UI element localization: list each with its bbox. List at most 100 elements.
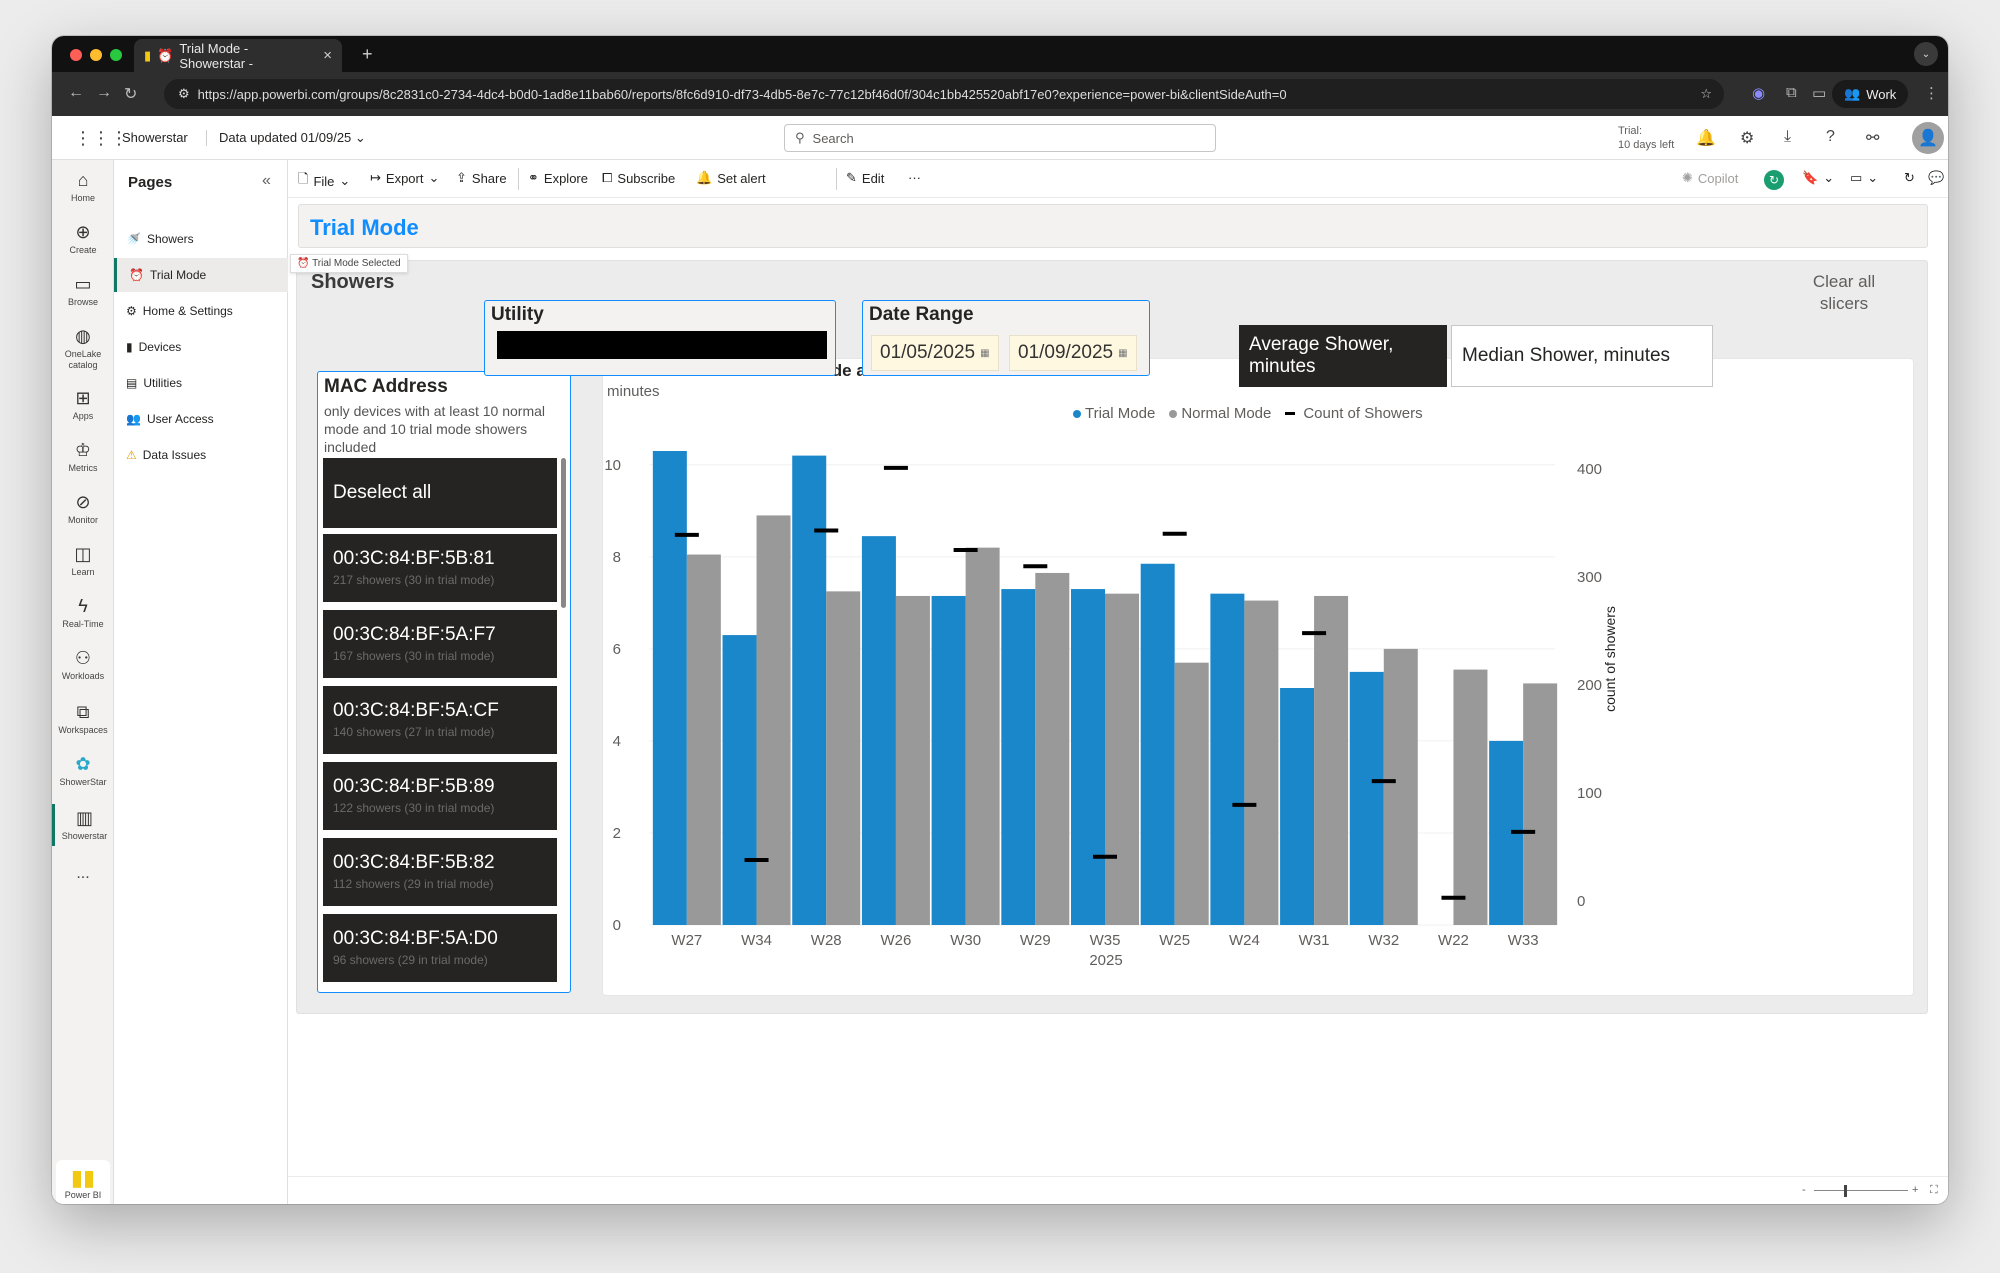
rail-onelake[interactable]: ◍ OneLake catalog: [52, 326, 114, 371]
rail-showerstar-report[interactable]: ▥ Showerstar: [52, 804, 114, 846]
zoom-window-button[interactable]: [110, 49, 122, 61]
page-item-user-access[interactable]: 👥 User Access: [114, 402, 288, 436]
edit-button[interactable]: ✎ Edit: [846, 170, 884, 186]
rail-more-icon[interactable]: ...: [52, 865, 114, 882]
zoom-in-icon[interactable]: +: [1912, 1184, 1918, 1196]
collapse-pane-icon[interactable]: «: [262, 172, 271, 190]
page-item-utilities[interactable]: ▤ Utilities: [114, 366, 288, 400]
mac-slicer-scrollbar[interactable]: [561, 458, 566, 608]
workspace-name[interactable]: Showerstar: [122, 130, 188, 145]
export-menu-button[interactable]: ↦ Export ⌄: [370, 170, 439, 186]
zoom-slider-thumb[interactable]: [1844, 1185, 1847, 1197]
help-icon[interactable]: ?: [1826, 128, 1835, 146]
profile-label: Work: [1866, 86, 1897, 102]
close-window-button[interactable]: [70, 49, 82, 61]
copilot-label: Copilot: [1697, 170, 1739, 186]
utility-slicer[interactable]: Utility: [484, 300, 836, 376]
mac-option[interactable]: 00:3C:84:BF:5A:CF 140 showers (27 in tria…: [323, 686, 557, 754]
alarm-icon: ⏰: [297, 258, 310, 269]
zoom-out-icon[interactable]: -: [1802, 1184, 1806, 1196]
extensions-puzzle-icon[interactable]: ⧉: [1786, 84, 1797, 101]
address-bar-row: ← → ↻ ⚙ https://app.powerbi.com/groups/8…: [52, 72, 1948, 116]
more-options-button[interactable]: ···: [908, 170, 921, 185]
mac-option[interactable]: 00:3C:84:BF:5B:89 122 showers (30 in tria…: [323, 762, 557, 830]
powerbi-switcher[interactable]: ▮▮ Power BI: [56, 1160, 110, 1204]
settings-gear-icon[interactable]: ⚙: [1740, 128, 1754, 148]
user-avatar[interactable]: 👤: [1912, 122, 1944, 154]
rail-home[interactable]: ⌂ Home: [52, 170, 114, 204]
subscribe-button[interactable]: ⧠ Subscribe: [602, 170, 675, 186]
trial-status[interactable]: Trial: 10 days left: [1618, 124, 1674, 152]
share-people-icon[interactable]: ⚯: [1866, 128, 1879, 148]
close-tab-icon[interactable]: ×: [323, 47, 332, 64]
explore-label: Explore: [543, 170, 588, 186]
back-icon[interactable]: ←: [68, 84, 84, 102]
rail-create[interactable]: ⊕ Create: [52, 222, 114, 256]
app-header: ⋮⋮⋮ Showerstar Data updated 01/09/25 ⌄ ⚲…: [52, 116, 1948, 160]
search-input[interactable]: ⚲ Search: [784, 124, 1216, 152]
site-info-icon[interactable]: ⚙: [178, 86, 190, 102]
copilot-button[interactable]: ✺ Copilot: [1682, 170, 1738, 186]
comments-icon[interactable]: 💬: [1928, 170, 1944, 186]
page-item-showers[interactable]: 🚿 Showers: [114, 222, 288, 256]
bookmark-star-icon[interactable]: ☆: [1700, 86, 1712, 102]
mac-address: 00:3C:84:BF:5B:81: [333, 548, 495, 569]
browser-tab[interactable]: ▮ ⏰ Trial Mode - Showerstar - ×: [134, 39, 342, 72]
profile-button[interactable]: 👥 Work: [1832, 80, 1909, 108]
file-menu-button[interactable]: 🗋 File ⌄: [298, 170, 350, 192]
zoom-slider[interactable]: [1814, 1190, 1908, 1191]
rail-monitor[interactable]: ⊘ Monitor: [52, 492, 114, 526]
extension-icon[interactable]: ◉: [1752, 84, 1765, 102]
mac-option[interactable]: 00:3C:84:BF:5B:81 217 showers (30 in tria…: [323, 534, 557, 602]
tab-menu-chevron-icon[interactable]: ⌄: [1914, 42, 1938, 66]
minimize-window-button[interactable]: [90, 49, 102, 61]
notifications-bell-icon[interactable]: 🔔: [1696, 128, 1716, 148]
profile-people-icon: 👥: [1844, 86, 1861, 101]
sidebar-icon[interactable]: ▭: [1812, 84, 1826, 102]
rail-realtime[interactable]: ϟ Real-Time: [52, 596, 114, 630]
rail-showerstar-workspace[interactable]: ✿ ShowerStar: [52, 754, 114, 788]
refresh-status-button[interactable]: ↻: [1764, 170, 1784, 190]
median-shower-toggle[interactable]: Median Shower, minutes: [1451, 325, 1713, 387]
download-icon[interactable]: ⤓: [1784, 128, 1791, 146]
fit-page-icon[interactable]: ⛶: [1930, 1184, 1938, 1197]
forward-icon[interactable]: →: [96, 84, 112, 102]
calendar-icon[interactable]: ▦: [1118, 348, 1127, 359]
page-item-trial-mode[interactable]: ⏰ Trial Mode: [114, 258, 288, 292]
clear-slicers-button[interactable]: Clear all slicers: [1789, 271, 1899, 315]
mac-option[interactable]: 00:3C:84:BF:5B:82 112 showers (29 in tria…: [323, 838, 557, 906]
rail-workloads[interactable]: ⚇ Workloads: [52, 648, 114, 682]
reload-icon[interactable]: ↻: [124, 84, 137, 104]
rail-learn[interactable]: ◫ Learn: [52, 544, 114, 578]
search-icon: ⚲: [795, 130, 805, 145]
set-alert-button[interactable]: 🔔 Set alert: [696, 170, 766, 186]
start-date-input[interactable]: 01/05/2025 ▦: [871, 335, 999, 371]
app-launcher-icon[interactable]: ⋮⋮⋮: [74, 128, 128, 149]
new-tab-icon[interactable]: +: [362, 44, 373, 65]
mac-option[interactable]: 00:3C:84:BF:5A:D0 96 showers (29 in trial…: [323, 914, 557, 982]
page-item-devices[interactable]: ▮ Devices: [114, 330, 288, 364]
page-item-data-issues[interactable]: ⚠ Data Issues: [114, 438, 288, 472]
reload-visuals-icon[interactable]: ↻: [1904, 170, 1915, 186]
chart-plot: 02468100100200300400count of showersW27 W…: [604, 451, 1618, 969]
bookmark-button[interactable]: 🔖 ⌄: [1802, 170, 1834, 186]
mac-option[interactable]: 00:3C:84:BF:5A:F7 167 showers (30 in tria…: [323, 610, 557, 678]
end-date-input[interactable]: 01/09/2025 ▦: [1009, 335, 1137, 371]
utility-value-redacted[interactable]: [497, 331, 827, 359]
rail-browse[interactable]: ▭ Browse: [52, 274, 114, 308]
deselect-all-button[interactable]: Deselect all: [323, 458, 557, 528]
view-button[interactable]: ▭ ⌄: [1850, 170, 1878, 186]
rail-more-label: ...: [76, 865, 90, 882]
share-button[interactable]: ⇪ Share: [456, 170, 507, 186]
explore-button[interactable]: ⚭ Explore: [528, 170, 588, 186]
powerbi-favicon-icon: ▮: [144, 47, 152, 63]
page-item-home-settings[interactable]: ⚙ Home & Settings: [114, 294, 288, 328]
rail-metrics[interactable]: ♔ Metrics: [52, 440, 114, 474]
average-shower-toggle[interactable]: Average Shower, minutes: [1239, 325, 1447, 387]
url-field[interactable]: ⚙ https://app.powerbi.com/groups/8c2831c…: [164, 79, 1724, 109]
data-updated-dropdown[interactable]: Data updated 01/09/25 ⌄: [206, 130, 366, 146]
rail-workspaces[interactable]: ⧉ Workspaces: [52, 702, 114, 736]
rail-apps[interactable]: ⊞ Apps: [52, 388, 114, 422]
browser-menu-icon[interactable]: ⋮: [1924, 84, 1939, 102]
calendar-icon[interactable]: ▦: [980, 348, 989, 359]
